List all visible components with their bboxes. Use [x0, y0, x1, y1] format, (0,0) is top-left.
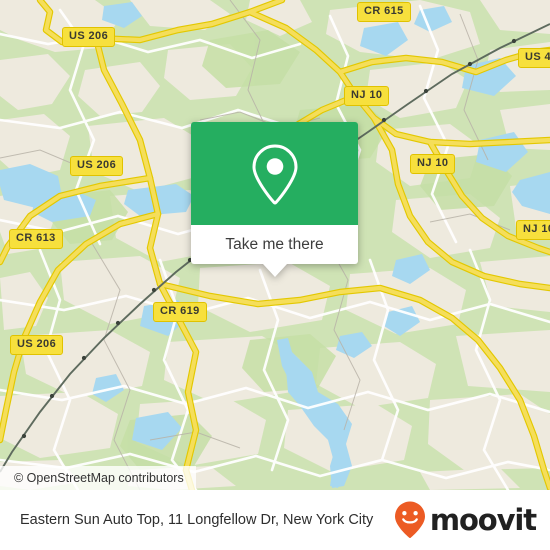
road-shield: NJ 10	[516, 220, 550, 240]
popup-footer[interactable]: Take me there	[191, 225, 358, 277]
osm-attribution-text: © OpenStreetMap contributors	[14, 471, 184, 485]
moovit-logo[interactable]: moovit	[393, 500, 537, 540]
popup-header	[191, 122, 358, 225]
road-shield: CR 619	[153, 302, 207, 322]
road-shield: US 206	[10, 335, 64, 355]
footer-bar: Eastern Sun Auto Top, 11 Longfellow Dr, …	[0, 490, 550, 550]
map-pin-icon	[252, 144, 297, 204]
moovit-smiley-pin-icon	[394, 501, 425, 538]
road-shield: US 46	[518, 48, 550, 68]
road-shield: US 206	[70, 156, 124, 176]
road-shield: NJ 10	[344, 86, 390, 106]
popup-pointer-tail	[262, 264, 287, 277]
road-shield: NJ 10	[410, 154, 456, 174]
place-address-title: Eastern Sun Auto Top, 11 Longfellow Dr, …	[20, 512, 374, 528]
osm-attribution[interactable]: © OpenStreetMap contributors	[0, 466, 196, 490]
road-shield: CR 613	[9, 229, 63, 249]
location-popup-card[interactable]: Take me there	[191, 122, 358, 277]
road-shield: CR 615	[357, 2, 411, 22]
road-shield: US 206	[62, 27, 116, 47]
screenshot-root: CR 615 US 206 US 46 NJ 10 US 206 NJ 10 C…	[0, 0, 550, 550]
take-me-there-label: Take me there	[225, 235, 324, 253]
map-canvas[interactable]: CR 615 US 206 US 46 NJ 10 US 206 NJ 10 C…	[0, 0, 550, 490]
moovit-wordmark: moovit	[429, 502, 537, 537]
